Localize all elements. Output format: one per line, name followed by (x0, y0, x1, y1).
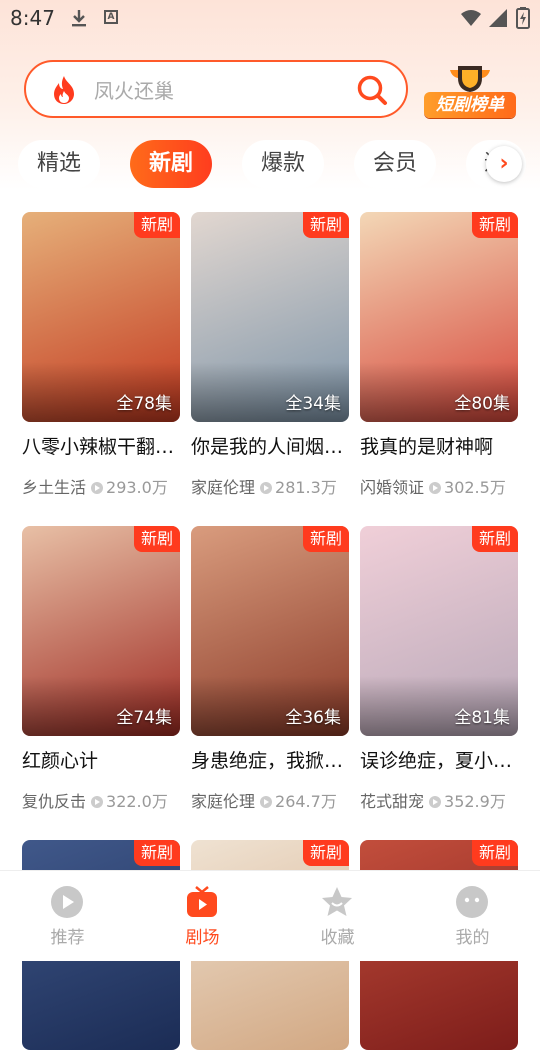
play-count-icon (260, 795, 273, 808)
drama-genre: 乡土生活 (22, 478, 87, 497)
drama-meta: 花式甜宠 352.9万 (360, 788, 522, 812)
episode-count: 全81集 (454, 708, 510, 728)
category-tabs: 精选 新剧 爆款 会员 追 › (0, 140, 540, 190)
nav-label: 收藏 (320, 928, 355, 948)
episode-count: 全78集 (116, 394, 172, 414)
play-count-icon (91, 481, 104, 494)
signal-icon (489, 9, 507, 27)
episode-count: 全36集 (285, 708, 341, 728)
view-count: 352.9万 (444, 792, 506, 811)
drama-cover[interactable]: 新剧 全78集 (22, 212, 180, 422)
new-badge: 新剧 (302, 212, 349, 238)
nav-theater[interactable]: 剧场 (135, 871, 270, 961)
drama-cover[interactable]: 新剧 全81集 (360, 526, 518, 736)
view-count: 293.0万 (106, 478, 168, 497)
drama-meta: 家庭伦理 264.7万 (191, 788, 353, 812)
nav-label: 剧场 (185, 928, 220, 948)
nav-favorites[interactable]: 收藏 (270, 871, 405, 961)
app-notification-icon: A (104, 10, 118, 24)
search-icon[interactable] (356, 74, 388, 106)
wifi-icon (461, 10, 481, 26)
ranking-label: 短剧榜单 (424, 92, 516, 118)
flame-icon (54, 76, 74, 104)
status-time: 8:47 (10, 6, 55, 30)
drama-title[interactable]: 我真的是财神啊 (360, 432, 520, 459)
drama-genre: 闪婚领证 (360, 478, 425, 497)
new-badge: 新剧 (471, 212, 518, 238)
tab-new-drama[interactable]: 新剧 (130, 140, 212, 188)
view-count: 264.7万 (275, 792, 337, 811)
play-count-icon (429, 795, 442, 808)
tv-icon (187, 886, 217, 917)
play-count-icon (91, 795, 104, 808)
nav-recommend[interactable]: 推荐 (0, 871, 135, 961)
play-count-icon (260, 481, 273, 494)
view-count: 281.3万 (275, 478, 337, 497)
battery-icon (516, 7, 530, 29)
drama-cover[interactable]: 新剧 全34集 (191, 212, 349, 422)
drama-title[interactable]: 你是我的人间烟… (191, 432, 351, 459)
bottom-nav: 推荐 剧场 收藏 我的 (0, 870, 540, 961)
chevron-right-icon[interactable]: › (486, 146, 522, 182)
drama-genre: 家庭伦理 (191, 792, 256, 811)
drama-title[interactable]: 八零小辣椒干翻… (22, 432, 182, 459)
drama-meta: 家庭伦理 281.3万 (191, 474, 353, 498)
episode-count: 全80集 (454, 394, 510, 414)
play-count-icon (429, 481, 442, 494)
new-badge: 新剧 (302, 526, 349, 552)
drama-meta: 闪婚领证 302.5万 (360, 474, 522, 498)
profile-icon (456, 886, 488, 918)
new-badge: 新剧 (471, 526, 518, 552)
new-badge: 新剧 (133, 526, 180, 552)
status-bar: 8:47 A (0, 0, 540, 36)
drama-ranking-button[interactable]: 短剧榜单 (424, 64, 516, 120)
nav-label: 我的 (455, 928, 490, 948)
search-bar[interactable] (24, 60, 408, 118)
drama-title[interactable]: 红颜心计 (22, 746, 182, 773)
drama-cover[interactable]: 新剧 全80集 (360, 212, 518, 422)
nav-mine[interactable]: 我的 (405, 871, 540, 961)
episode-count: 全34集 (285, 394, 341, 414)
new-badge: 新剧 (133, 212, 180, 238)
tab-hot[interactable]: 爆款 (242, 140, 324, 188)
new-badge: 新剧 (133, 840, 180, 866)
tab-featured[interactable]: 精选 (18, 140, 100, 188)
drama-genre: 复仇反击 (22, 792, 87, 811)
drama-meta: 复仇反击 322.0万 (22, 788, 184, 812)
new-badge: 新剧 (471, 840, 518, 866)
view-count: 302.5万 (444, 478, 506, 497)
drama-meta: 乡土生活 293.0万 (22, 474, 184, 498)
nav-label: 推荐 (50, 928, 85, 948)
new-badge: 新剧 (302, 840, 349, 866)
drama-title[interactable]: 误诊绝症，夏小… (360, 746, 520, 773)
drama-genre: 家庭伦理 (191, 478, 256, 497)
drama-cover[interactable]: 新剧 全36集 (191, 526, 349, 736)
drama-title[interactable]: 身患绝症，我掀… (191, 746, 351, 773)
drama-genre: 花式甜宠 (360, 792, 425, 811)
drama-cover[interactable]: 新剧 全74集 (22, 526, 180, 736)
play-circle-icon (51, 886, 83, 918)
tab-member[interactable]: 会员 (354, 140, 436, 188)
star-icon (322, 887, 352, 916)
episode-count: 全74集 (116, 708, 172, 728)
view-count: 322.0万 (106, 792, 168, 811)
search-input[interactable] (92, 74, 346, 108)
download-icon (72, 10, 86, 27)
